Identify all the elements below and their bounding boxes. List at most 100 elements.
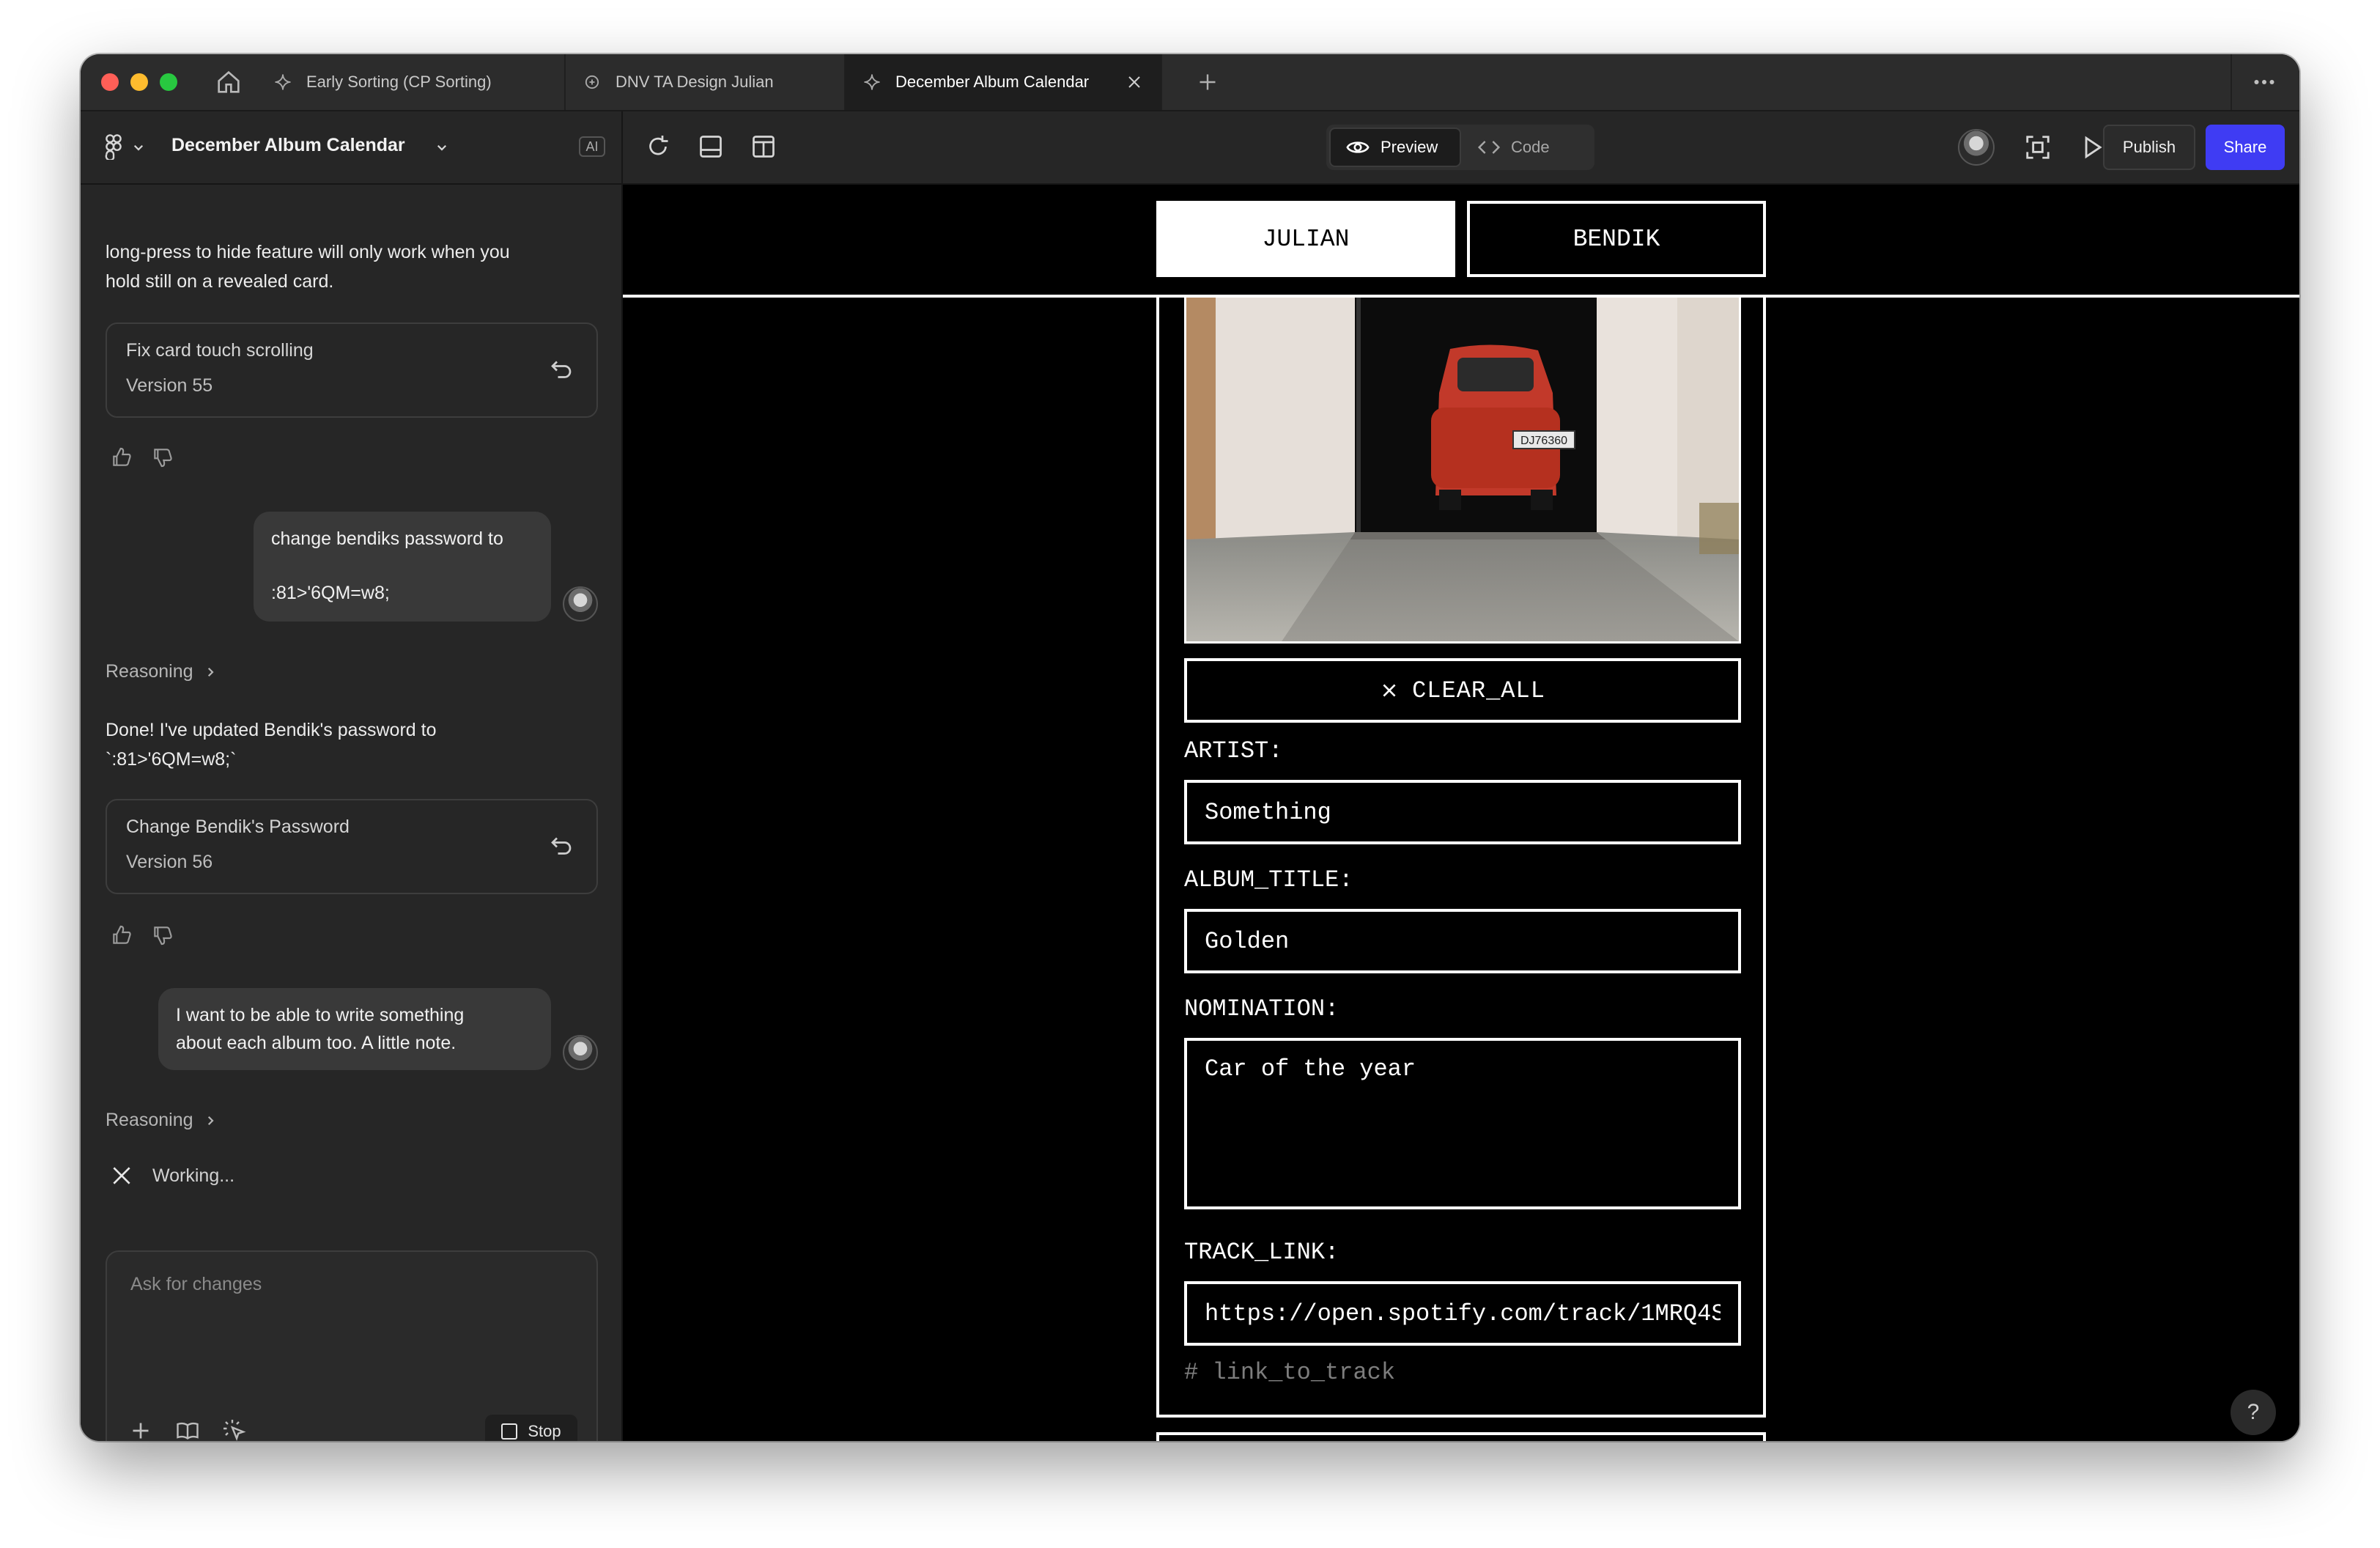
view-mode-toggle: Preview Code xyxy=(1326,125,1594,170)
nomination-label: NOMINATION: xyxy=(1184,995,1339,1022)
feedback-row xyxy=(110,446,176,471)
preview-button[interactable]: Preview xyxy=(1329,128,1461,167)
stop-label: Stop xyxy=(528,1422,561,1440)
message-line: `:81>'6QM=w8;` xyxy=(106,749,237,770)
app-preview[interactable]: JULIAN BENDIK DJ76360 CLEAR_ALL ARTIST: … xyxy=(623,185,2299,1441)
user-tab-julian[interactable]: JULIAN xyxy=(1156,201,1455,277)
new-tab-icon[interactable] xyxy=(1194,69,1221,95)
home-icon[interactable] xyxy=(214,67,243,97)
tab-label: December Album Calendar xyxy=(895,73,1090,91)
working-status: Working... xyxy=(110,1164,234,1187)
close-x-icon xyxy=(1383,684,1396,697)
track-link-hint: # link_to_track xyxy=(1184,1359,1396,1386)
album-title-label: ALBUM_TITLE: xyxy=(1184,866,1353,893)
user-message: I want to be able to write something abo… xyxy=(158,988,551,1070)
version-title: Change Bendik's Password xyxy=(126,817,350,837)
project-title[interactable]: December Album Calendar xyxy=(171,135,405,156)
next-album-card xyxy=(1156,1432,1766,1441)
album-card: DJ76360 CLEAR_ALL ARTIST: ALBUM_TITLE: N xyxy=(1156,298,1766,1418)
stop-button[interactable]: Stop xyxy=(485,1415,577,1441)
ai-badge[interactable]: AI xyxy=(579,136,605,157)
chat-composer: Stop xyxy=(106,1250,598,1441)
sparkle-icon xyxy=(864,74,880,90)
responsive-view-icon[interactable] xyxy=(750,133,777,160)
version-number: Version 56 xyxy=(126,852,213,872)
reasoning-label: Reasoning xyxy=(106,1110,193,1130)
track-link-label: TRACK_LINK: xyxy=(1184,1239,1339,1266)
avatar[interactable] xyxy=(1958,129,1995,166)
thumbs-up-icon[interactable] xyxy=(110,446,133,469)
album-title-input[interactable] xyxy=(1184,909,1741,973)
restore-version-icon[interactable] xyxy=(548,356,574,383)
publish-button[interactable]: Publish xyxy=(2103,125,2195,170)
preview-label: Preview xyxy=(1381,138,1438,156)
working-label: Working... xyxy=(152,1165,235,1186)
reasoning-label: Reasoning xyxy=(106,661,193,682)
panel-layout-icon[interactable] xyxy=(698,133,724,160)
tab-label: Early Sorting (CP Sorting) xyxy=(306,73,492,91)
minimize-window-button[interactable] xyxy=(130,73,148,91)
artist-input[interactable] xyxy=(1184,780,1741,844)
refresh-icon[interactable] xyxy=(645,133,671,160)
user-tab-bendik[interactable]: BENDIK xyxy=(1467,201,1766,277)
toolbar: December Album Calendar AI Preview Code … xyxy=(81,111,2299,185)
chevron-down-icon[interactable] xyxy=(132,141,145,154)
help-button[interactable]: ? xyxy=(2231,1390,2276,1435)
reasoning-toggle[interactable]: Reasoning xyxy=(106,1110,217,1131)
version-number: Version 55 xyxy=(126,375,213,396)
tab-label: DNV TA Design Julian xyxy=(616,73,774,91)
play-icon[interactable] xyxy=(2078,133,2106,161)
chevron-right-icon xyxy=(207,667,214,677)
feedback-row xyxy=(110,924,176,948)
chat-sidebar[interactable]: long-press to hide feature will only wor… xyxy=(81,185,623,1441)
garage-car-photo: DJ76360 xyxy=(1186,298,1739,641)
more-options-icon[interactable] xyxy=(2250,69,2279,95)
chevron-down-icon[interactable] xyxy=(435,141,448,154)
stop-square-icon xyxy=(501,1423,518,1440)
chat-input[interactable] xyxy=(129,1272,572,1378)
message-line: :81>'6QM=w8; xyxy=(271,583,390,603)
clear-all-button[interactable]: CLEAR_ALL xyxy=(1184,658,1741,723)
version-title: Fix card touch scrolling xyxy=(126,340,314,361)
chevron-right-icon xyxy=(207,1116,214,1125)
close-window-button[interactable] xyxy=(101,73,119,91)
tab-early-sorting[interactable]: Early Sorting (CP Sorting) xyxy=(256,54,566,110)
scan-icon[interactable] xyxy=(2024,133,2052,161)
maximize-window-button[interactable] xyxy=(160,73,177,91)
reasoning-toggle[interactable]: Reasoning xyxy=(106,661,217,682)
thumbs-down-icon[interactable] xyxy=(151,446,174,469)
thumbs-up-icon[interactable] xyxy=(110,924,133,947)
message-line: I want to be able to write something xyxy=(176,1005,465,1025)
clear-all-label: CLEAR_ALL xyxy=(1412,677,1545,704)
artist-label: ARTIST: xyxy=(1184,737,1283,764)
version-card-55[interactable]: Fix card touch scrolling Version 55 xyxy=(106,322,598,418)
version-card-56[interactable]: Change Bendik's Password Version 56 xyxy=(106,799,598,894)
select-element-icon[interactable] xyxy=(221,1418,248,1441)
tab-dnv-ta-design[interactable]: DNV TA Design Julian xyxy=(566,54,846,110)
license-plate-text: DJ76360 xyxy=(1520,435,1567,447)
message-line: hold still on a revealed card. xyxy=(106,271,334,292)
restore-version-icon[interactable] xyxy=(548,833,574,859)
book-icon[interactable] xyxy=(174,1418,201,1441)
add-icon[interactable] xyxy=(128,1418,154,1441)
track-link-input[interactable] xyxy=(1184,1281,1741,1346)
assistant-message: Done! I've updated Bendik's password to … xyxy=(106,715,437,774)
code-icon xyxy=(1477,141,1501,154)
gear-spark-icon xyxy=(585,75,599,89)
code-button[interactable]: Code xyxy=(1463,128,1592,167)
tabbar-divider xyxy=(2231,54,2232,110)
share-button[interactable]: Share xyxy=(2206,125,2285,170)
nomination-textarea[interactable]: Car of the year xyxy=(1184,1038,1741,1209)
sidebar-divider xyxy=(621,111,623,183)
tab-december-album-calendar[interactable]: December Album Calendar xyxy=(846,54,1162,110)
album-photo: DJ76360 xyxy=(1184,298,1741,644)
sparkle-icon xyxy=(275,74,291,90)
close-tab-icon[interactable] xyxy=(1126,73,1143,91)
figma-logo-icon[interactable] xyxy=(103,133,125,160)
thumbs-down-icon[interactable] xyxy=(151,924,174,947)
tab-bar: Early Sorting (CP Sorting) DNV TA Design… xyxy=(81,54,2299,111)
spinner-x-icon xyxy=(113,1167,130,1184)
message-line: about each album too. A little note. xyxy=(176,1033,457,1053)
avatar xyxy=(563,1035,598,1070)
message-line: change bendiks password to xyxy=(271,528,503,549)
